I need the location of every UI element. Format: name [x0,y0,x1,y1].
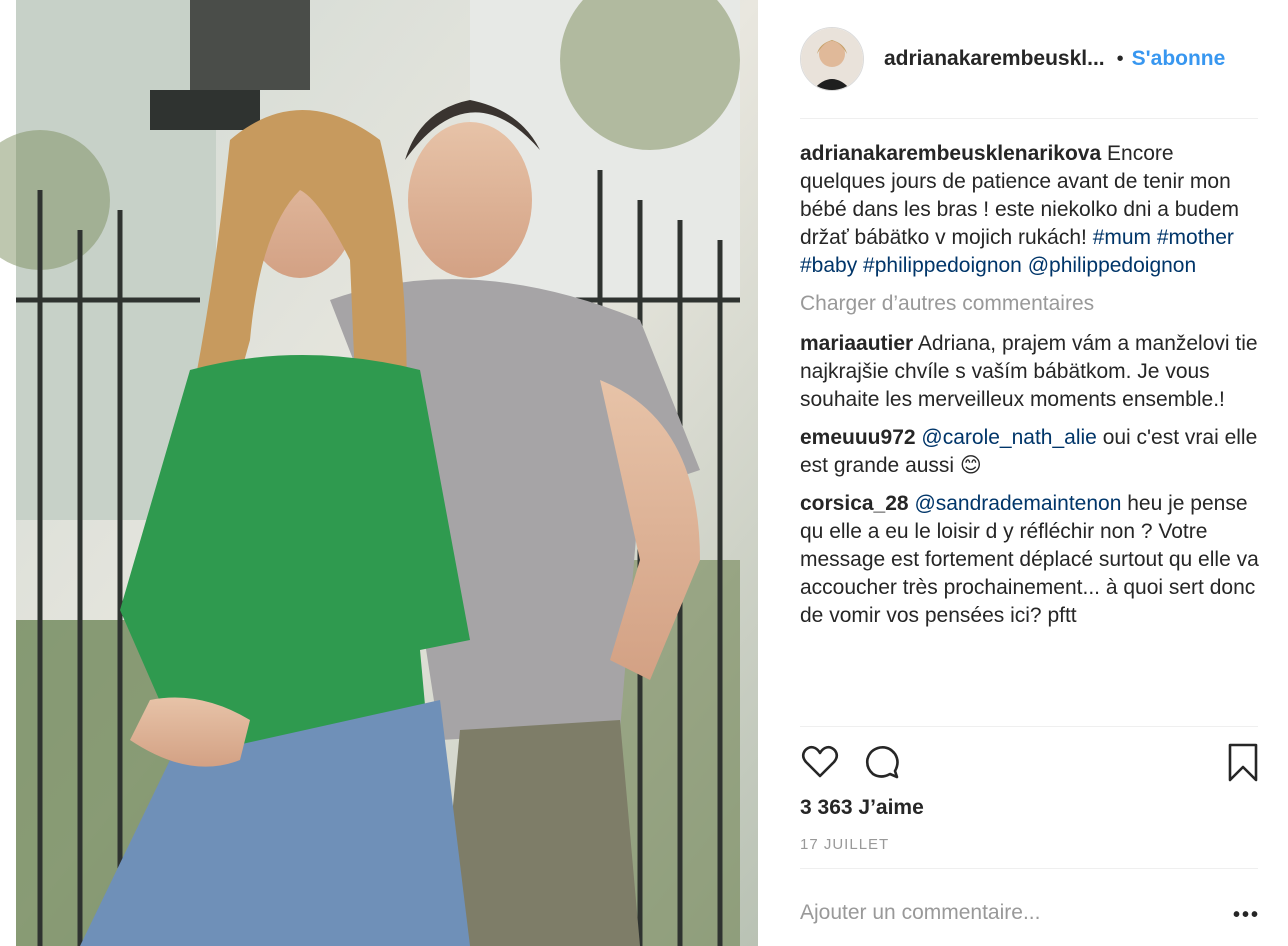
comment-username[interactable]: emeuuu972 [800,426,916,449]
comment-username[interactable]: corsica_28 [800,492,909,515]
header-separator-dot: • [1116,47,1124,70]
post-actions [800,742,1260,786]
author-username[interactable]: adrianakarembeuskl... [884,47,1105,71]
comment-item: emeuuu972 @carole_nath_alie oui c'est vr… [800,424,1260,480]
post-date[interactable]: 17 JUILLET [800,836,889,853]
likes-count[interactable]: 3 363 J’aime [800,796,924,820]
comments-list: adrianakarembeusklenarikova Encore quelq… [800,140,1260,640]
caption-username[interactable]: adrianakarembeusklenarikova [800,142,1101,165]
header-divider [800,118,1258,119]
more-options-button[interactable]: ••• [1233,904,1260,927]
heart-icon[interactable] [800,742,840,787]
caption-mention[interactable]: @philippedoignon [1028,254,1196,277]
speech-bubble-icon[interactable] [862,742,902,787]
author-avatar[interactable] [800,27,864,91]
comment-item: mariaautier Adriana, prajem vám a manžel… [800,330,1260,414]
follow-button[interactable]: S'abonne [1132,47,1226,71]
bookmark-icon[interactable] [1226,742,1260,789]
load-more-comments-button[interactable]: Charger d’autres commentaires [800,290,1260,318]
comment-input-divider [800,868,1258,869]
comment-mention[interactable]: @sandrademaintenon [914,492,1121,515]
comment-mention[interactable]: @carole_nath_alie [921,426,1096,449]
post-photo[interactable] [0,0,758,946]
comment-item: corsica_28 @sandrademaintenon heu je pen… [800,490,1260,630]
caption: adrianakarembeusklenarikova Encore quelq… [800,140,1260,280]
comment-username[interactable]: mariaautier [800,332,913,355]
add-comment-bar: ••• [800,896,1260,930]
post-details-panel: adrianakarembeuskl... • S'abonne adriana… [776,0,1272,946]
comment-input[interactable] [800,896,1200,930]
actions-divider [800,726,1258,727]
post-header: adrianakarembeuskl... • S'abonne [776,22,1258,96]
